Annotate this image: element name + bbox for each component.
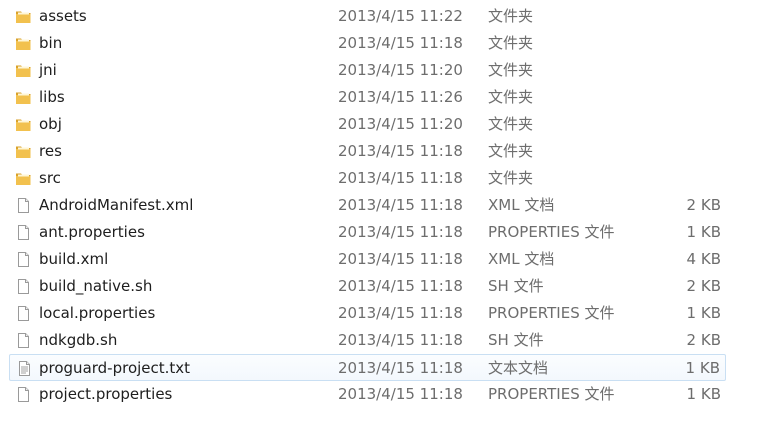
folder-icon xyxy=(15,62,32,79)
file-row-build-xml[interactable]: build.xml 2013/4/15 11:18 XML 文档 4 KB xyxy=(0,246,769,273)
file-type: XML 文档 xyxy=(488,250,555,268)
text-file-icon xyxy=(16,360,33,377)
file-size: 1 KB xyxy=(685,359,720,377)
file-name: project.properties xyxy=(39,385,173,403)
file-row-obj[interactable]: obj 2013/4/15 11:20 文件夹 xyxy=(0,111,769,138)
file-size: 2 KB xyxy=(686,277,721,295)
folder-icon xyxy=(15,116,32,133)
file-row-build-native[interactable]: build_native.sh 2013/4/15 11:18 SH 文件 2 … xyxy=(0,273,769,300)
file-date: 2013/4/15 11:18 xyxy=(338,359,463,377)
file-date: 2013/4/15 11:18 xyxy=(338,304,463,322)
file-date: 2013/4/15 11:20 xyxy=(338,115,463,133)
file-name: assets xyxy=(39,7,87,25)
file-type: 文本文档 xyxy=(488,359,549,377)
file-name: src xyxy=(39,169,61,187)
file-icon xyxy=(15,197,32,214)
file-name: bin xyxy=(39,34,63,52)
file-size: 1 KB xyxy=(686,385,721,403)
file-date: 2013/4/15 11:18 xyxy=(338,196,463,214)
file-row-project-properties[interactable]: project.properties 2013/4/15 11:18 PROPE… xyxy=(0,381,769,408)
file-size: 2 KB xyxy=(686,331,721,349)
file-type: 文件夹 xyxy=(488,142,534,160)
file-type: PROPERTIES 文件 xyxy=(488,223,615,241)
file-name: ndkgdb.sh xyxy=(39,331,118,349)
file-date: 2013/4/15 11:18 xyxy=(338,331,463,349)
file-size: 2 KB xyxy=(686,196,721,214)
file-size: 1 KB xyxy=(686,304,721,322)
file-date: 2013/4/15 11:18 xyxy=(338,250,463,268)
folder-icon xyxy=(15,170,32,187)
file-name: local.properties xyxy=(39,304,156,322)
file-name: proguard-project.txt xyxy=(39,359,191,377)
file-date: 2013/4/15 11:26 xyxy=(338,88,463,106)
file-icon xyxy=(15,386,32,403)
file-name: libs xyxy=(39,88,65,106)
folder-icon xyxy=(15,35,32,52)
file-row-jni[interactable]: jni 2013/4/15 11:20 文件夹 xyxy=(0,57,769,84)
file-name: build_native.sh xyxy=(39,277,153,295)
file-icon xyxy=(15,278,32,295)
file-icon xyxy=(15,251,32,268)
file-date: 2013/4/15 11:18 xyxy=(338,142,463,160)
file-list: assets 2013/4/15 11:22 文件夹 bin 2013/4/15… xyxy=(0,0,769,432)
file-type: SH 文件 xyxy=(488,277,544,295)
folder-icon xyxy=(15,89,32,106)
file-type: 文件夹 xyxy=(488,169,534,187)
file-type: 文件夹 xyxy=(488,115,534,133)
file-icon xyxy=(15,305,32,322)
file-row-assets[interactable]: assets 2013/4/15 11:22 文件夹 xyxy=(0,3,769,30)
file-name: ant.properties xyxy=(39,223,145,241)
file-row-bin[interactable]: bin 2013/4/15 11:18 文件夹 xyxy=(0,30,769,57)
file-date: 2013/4/15 11:18 xyxy=(338,385,463,403)
file-row-ant-properties[interactable]: ant.properties 2013/4/15 11:18 PROPERTIE… xyxy=(0,219,769,246)
file-date: 2013/4/15 11:18 xyxy=(338,277,463,295)
file-type: PROPERTIES 文件 xyxy=(488,304,615,322)
folder-icon xyxy=(15,143,32,160)
file-name: AndroidManifest.xml xyxy=(39,196,194,214)
file-type: 文件夹 xyxy=(488,7,534,25)
file-row-androidmanifest[interactable]: AndroidManifest.xml 2013/4/15 11:18 XML … xyxy=(0,192,769,219)
file-type: 文件夹 xyxy=(488,34,534,52)
file-row-libs[interactable]: libs 2013/4/15 11:26 文件夹 xyxy=(0,84,769,111)
file-type: 文件夹 xyxy=(488,61,534,79)
file-name: obj xyxy=(39,115,62,133)
file-date: 2013/4/15 11:18 xyxy=(338,169,463,187)
file-icon xyxy=(15,332,32,349)
file-name: build.xml xyxy=(39,250,109,268)
file-type: 文件夹 xyxy=(488,88,534,106)
file-icon xyxy=(15,224,32,241)
file-row-res[interactable]: res 2013/4/15 11:18 文件夹 xyxy=(0,138,769,165)
file-row-local-properties[interactable]: local.properties 2013/4/15 11:18 PROPERT… xyxy=(0,300,769,327)
file-size: 1 KB xyxy=(686,223,721,241)
file-date: 2013/4/15 11:22 xyxy=(338,7,463,25)
file-date: 2013/4/15 11:18 xyxy=(338,34,463,52)
file-type: SH 文件 xyxy=(488,331,544,349)
file-name: jni xyxy=(39,61,57,79)
file-date: 2013/4/15 11:20 xyxy=(338,61,463,79)
file-type: XML 文档 xyxy=(488,196,555,214)
file-size: 4 KB xyxy=(686,250,721,268)
file-type: PROPERTIES 文件 xyxy=(488,385,615,403)
file-date: 2013/4/15 11:18 xyxy=(338,223,463,241)
file-name: res xyxy=(39,142,62,160)
folder-icon xyxy=(15,8,32,25)
file-row-src[interactable]: src 2013/4/15 11:18 文件夹 xyxy=(0,165,769,192)
file-row-proguard-project[interactable]: proguard-project.txt 2013/4/15 11:18 文本文… xyxy=(9,354,726,381)
file-row-ndkgdb[interactable]: ndkgdb.sh 2013/4/15 11:18 SH 文件 2 KB xyxy=(0,327,769,354)
